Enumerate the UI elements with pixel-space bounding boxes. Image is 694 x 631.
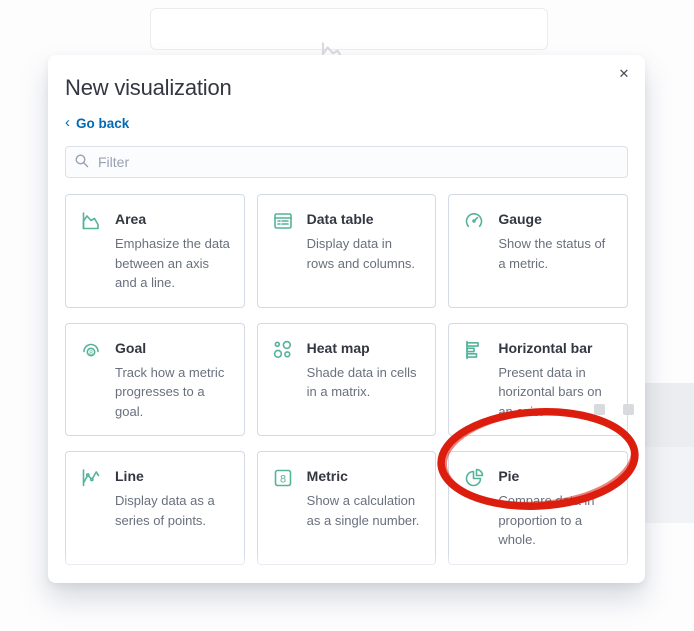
card-description: Show a calculation as a single number. bbox=[306, 493, 420, 528]
visualization-card-data-table[interactable]: Data table Display data in rows and colu… bbox=[256, 194, 437, 308]
visualization-card-timelion[interactable]: Timelion Show time series data on a grap… bbox=[256, 579, 437, 583]
card-title: Data table bbox=[306, 211, 374, 227]
visualization-card-tag-cloud[interactable]: Tag cloud Display word frequency with fo… bbox=[65, 579, 245, 583]
background-ghost-block bbox=[645, 447, 694, 523]
card-description: Show the status of a metric. bbox=[498, 236, 606, 271]
horizontal-bar-icon bbox=[462, 338, 486, 362]
line-icon bbox=[79, 466, 103, 490]
card-title: Horizontal bar bbox=[498, 339, 593, 356]
close-icon[interactable]: ✕ bbox=[613, 63, 635, 85]
go-back-label: Go back bbox=[76, 116, 130, 131]
card-description: Display data as a series of points. bbox=[115, 493, 215, 528]
background-artifact-square bbox=[623, 404, 634, 415]
area-icon bbox=[79, 209, 103, 233]
heat-map-icon bbox=[271, 338, 295, 362]
visualization-card-line[interactable]: Line Display data as a series of points. bbox=[65, 451, 245, 565]
card-title: Line bbox=[115, 468, 144, 484]
card-title: Goal bbox=[115, 339, 147, 356]
visualization-card-gauge[interactable]: Gauge Show the status of a metric. bbox=[448, 194, 628, 308]
card-title: Area bbox=[115, 211, 147, 227]
card-description: Emphasize the data between an axis and a… bbox=[115, 236, 230, 290]
visualization-card-heat-map[interactable]: Heat map Shade data in cells in a matrix… bbox=[256, 322, 437, 436]
card-description: Shade data in cells in a matrix. bbox=[306, 364, 417, 400]
visualization-card-metric[interactable]: 8 Metric Show a calculation as a single … bbox=[256, 451, 437, 565]
go-back-link[interactable]: ‹ Go back bbox=[65, 114, 130, 131]
background-ghost-block bbox=[645, 383, 694, 447]
svg-text:8: 8 bbox=[89, 349, 93, 356]
goal-icon: 8 bbox=[79, 338, 103, 362]
card-description: Track how a metric progresses to a goal. bbox=[115, 364, 225, 419]
svg-text:8: 8 bbox=[280, 474, 286, 486]
background-artifact-square bbox=[594, 404, 605, 415]
visualization-card-horizontal-bar[interactable]: Horizontal bar Present data in horizonta… bbox=[448, 322, 628, 436]
gauge-icon bbox=[462, 209, 486, 233]
card-title: Metric bbox=[306, 468, 348, 484]
card-title: Pie bbox=[498, 468, 520, 484]
card-description: Compare data in proportion to a whole. bbox=[498, 493, 595, 547]
metric-icon: 8 bbox=[271, 466, 295, 490]
visualization-card-goal[interactable]: 8 Goal Track how a metric progresses to … bbox=[65, 322, 245, 436]
card-description: Display data in rows and columns. bbox=[306, 236, 416, 271]
pie-icon bbox=[462, 466, 486, 490]
visualization-card-area[interactable]: Area Emphasize the data between an axis … bbox=[65, 194, 245, 308]
card-title: Heat map bbox=[306, 339, 370, 356]
filter-input[interactable] bbox=[65, 146, 628, 178]
visualization-card-vertical-bar[interactable]: Vertical bar Present data in vertical ba… bbox=[448, 579, 628, 583]
visualization-grid: Area Emphasize the data between an axis … bbox=[65, 194, 628, 583]
card-title: Gauge bbox=[498, 211, 542, 227]
data-table-icon bbox=[271, 209, 295, 233]
visualization-card-pie[interactable]: Pie Compare data in proportion to a whol… bbox=[448, 451, 628, 565]
chevron-left-icon: ‹ bbox=[65, 114, 70, 131]
filter-field-wrapper bbox=[65, 146, 628, 178]
page-title: New visualization bbox=[65, 75, 232, 100]
new-visualization-modal: ✕ New visualization ‹ Go back Area Empha… bbox=[48, 55, 645, 583]
